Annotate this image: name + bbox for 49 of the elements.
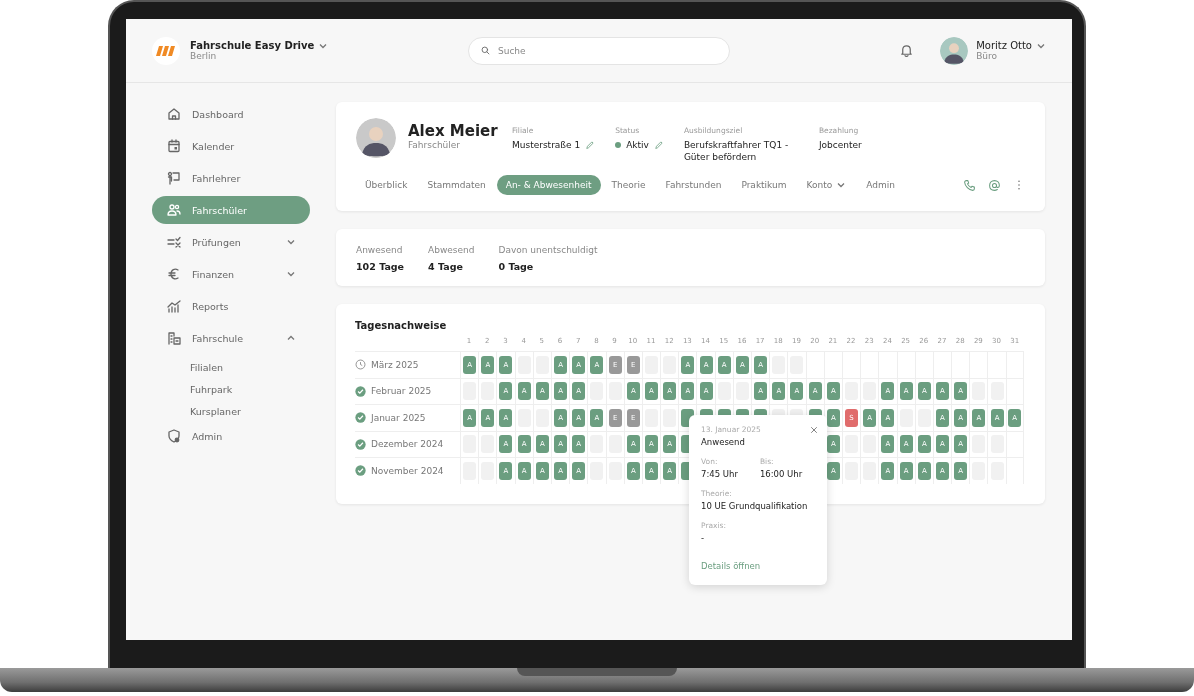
month-label[interactable]: Januar 2025 — [371, 412, 426, 423]
tab[interactable]: Konto — [797, 175, 856, 195]
detail-value: 10 UE Grundqualifikation — [701, 501, 809, 511]
tab[interactable]: Admin — [857, 175, 904, 195]
sidebar-item[interactable]: Finanzen — [152, 260, 310, 288]
stat-label: Abwesend — [428, 245, 475, 255]
sidebar-item[interactable]: Prüfungen — [152, 228, 310, 256]
tab[interactable]: Überblick — [356, 175, 417, 195]
stat-label: Davon unentschuldigt — [498, 245, 598, 255]
sidebar-item[interactable]: Fahrschüler — [152, 196, 310, 224]
month-label[interactable]: Dezember 2024 — [371, 439, 444, 450]
school-location: Berlin — [190, 51, 218, 61]
sidebar-item[interactable]: Fahrschule — [152, 324, 310, 352]
detail-value: - — [701, 533, 706, 543]
user-role: Büro — [976, 51, 999, 61]
search-field[interactable]: Suche — [468, 36, 730, 65]
sidebar-item[interactable]: Kalender — [152, 132, 310, 160]
field-value: Jobcenter — [818, 139, 862, 151]
stat-value: 4 Tage — [428, 261, 464, 272]
sidebar-item[interactable]: Dashboard — [152, 100, 310, 128]
student-role: Fahrschüler — [408, 140, 462, 150]
month-label[interactable]: März 2025 — [371, 359, 419, 370]
popover-status: Anwesend — [701, 437, 746, 447]
tab[interactable]: Theorie — [602, 175, 655, 195]
school-name[interactable]: Fahrschule Easy Drive — [190, 40, 315, 51]
detail-value: 7:45 Uhr — [701, 469, 738, 479]
tab[interactable]: An- & Abwesenheit — [496, 175, 601, 195]
tab[interactable]: Fahrstunden — [656, 175, 731, 195]
stat-label: Anwesend — [356, 245, 404, 255]
field-value: Aktiv — [626, 139, 649, 151]
field-value: Musterstraße 1 — [512, 139, 581, 151]
sidebar-item[interactable]: Fahrlehrer — [152, 164, 310, 192]
tab[interactable]: Praktikum — [732, 175, 796, 195]
stat-value: 0 Tage — [498, 261, 535, 272]
field-value: Berufskraftfahrer TQ1 - Güter befördern — [683, 139, 790, 163]
sidebar-item[interactable]: Reports — [152, 292, 310, 320]
sidebar-subitem[interactable]: Fuhrpark — [152, 378, 310, 400]
user-name[interactable]: Moritz Otto — [976, 40, 1032, 51]
section-title: Tagesnachweise — [355, 320, 448, 331]
sidebar-subitem[interactable]: Kursplaner — [152, 400, 310, 422]
tab[interactable]: Stammdaten — [418, 175, 495, 195]
student-name: Alex Meier — [408, 122, 499, 140]
month-label[interactable]: Februar 2025 — [371, 386, 432, 397]
month-label[interactable]: November 2024 — [371, 465, 444, 476]
sidebar-item[interactable]: Admin — [152, 422, 310, 450]
stat-value: 102 Tage — [356, 261, 405, 272]
details-link[interactable]: Details öffnen — [701, 561, 761, 571]
sidebar-subitem[interactable]: Filialen — [152, 356, 310, 378]
detail-value: 16:00 Uhr — [759, 469, 803, 479]
